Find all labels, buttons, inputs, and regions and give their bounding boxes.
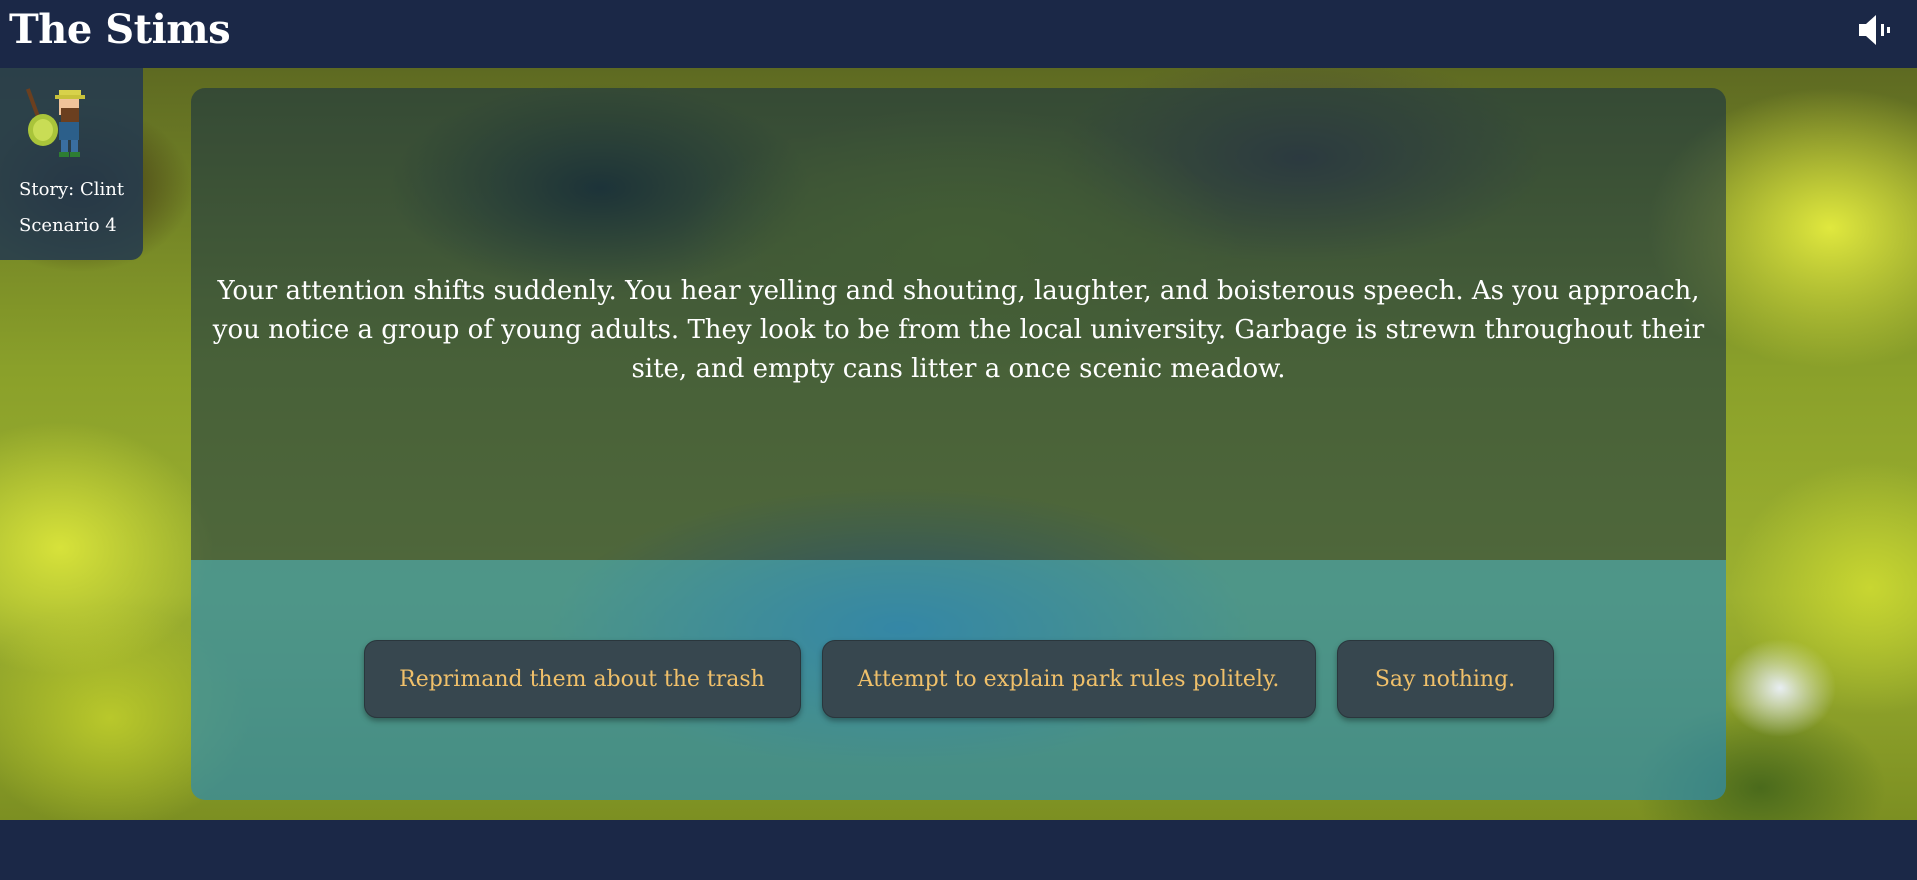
top-bar: The Stims bbox=[0, 0, 1917, 68]
choices-area: Reprimand them about the trash Attempt t… bbox=[191, 560, 1726, 800]
sound-toggle-button[interactable] bbox=[1855, 10, 1897, 50]
choice-button-say-nothing[interactable]: Say nothing. bbox=[1336, 640, 1554, 718]
speaker-volume-icon bbox=[1859, 15, 1890, 45]
scenario-panel: Your attention shifts suddenly. You hear… bbox=[191, 88, 1726, 800]
story-label: Story: Clint bbox=[19, 179, 125, 200]
choice-button-reprimand[interactable]: Reprimand them about the trash bbox=[363, 640, 801, 718]
app-title: The Stims bbox=[9, 6, 231, 53]
scenario-label: Scenario 4 bbox=[19, 215, 117, 236]
hiker-character-icon bbox=[25, 88, 85, 157]
narration-box: Your attention shifts suddenly. You hear… bbox=[191, 88, 1726, 560]
character-card: Story: Clint Scenario 4 bbox=[0, 68, 143, 260]
choice-button-explain-rules[interactable]: Attempt to explain park rules politely. bbox=[821, 640, 1316, 718]
narration-text: Your attention shifts suddenly. You hear… bbox=[212, 275, 1705, 384]
